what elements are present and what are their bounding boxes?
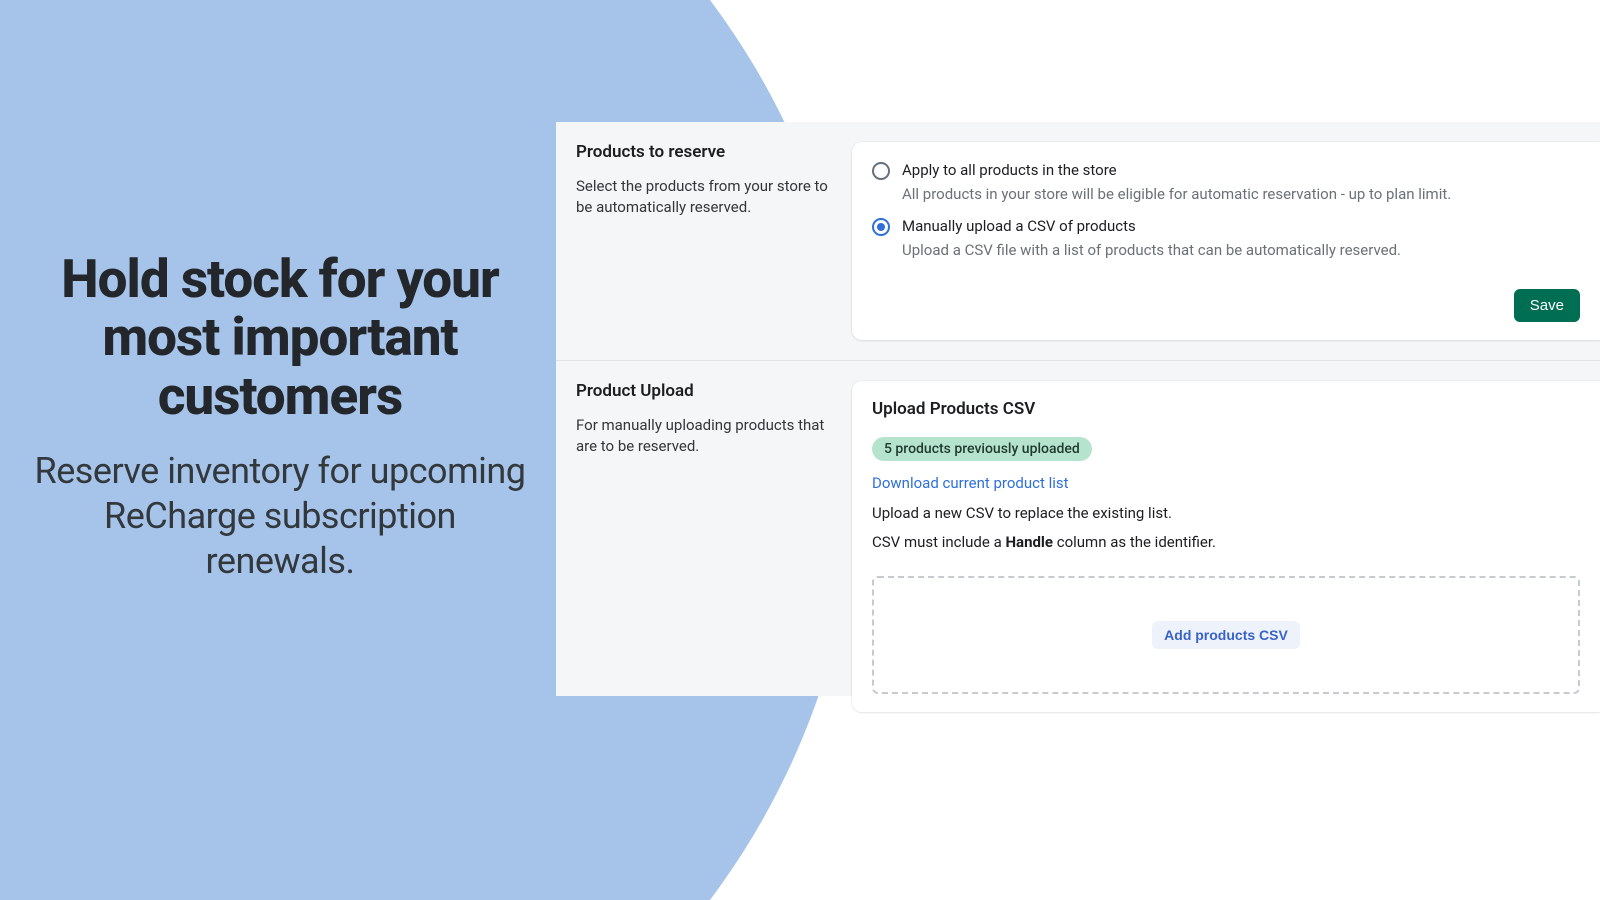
settings-panel: Products to reserve Select the products … — [556, 122, 1600, 696]
add-products-csv-button[interactable]: Add products CSV — [1152, 621, 1300, 649]
radio-icon-selected — [872, 218, 890, 236]
radio-apply-all[interactable]: Apply to all products in the store All p… — [872, 160, 1580, 206]
card-upload-csv: Upload Products CSV 5 products previousl… — [852, 381, 1600, 713]
section-desc-products-to-reserve: Select the products from your store to b… — [576, 176, 836, 218]
section-products-to-reserve: Products to reserve Select the products … — [556, 122, 1600, 340]
section-title-product-upload: Product Upload — [576, 381, 836, 401]
card-product-selection: Apply to all products in the store All p… — [852, 142, 1600, 340]
save-button[interactable]: Save — [1514, 289, 1580, 322]
hero-subtitle: Reserve inventory for upcoming ReCharge … — [30, 449, 530, 584]
radio-manual-csv-help: Upload a CSV file with a list of product… — [902, 239, 1580, 262]
csv-hint: CSV must include a Handle column as the … — [872, 531, 1580, 554]
csv-hint-prefix: CSV must include a — [872, 533, 1005, 551]
section-product-upload: Product Upload For manually uploading pr… — [556, 360, 1600, 713]
hero-title: Hold stock for your most important custo… — [30, 250, 530, 425]
replace-instruction: Upload a new CSV to replace the existing… — [872, 502, 1580, 525]
upload-card-title: Upload Products CSV — [872, 399, 1580, 419]
section-title-products-to-reserve: Products to reserve — [576, 142, 836, 162]
download-product-list-link[interactable]: Download current product list — [872, 474, 1069, 492]
radio-apply-all-label: Apply to all products in the store — [902, 160, 1580, 181]
section-desc-product-upload: For manually uploading products that are… — [576, 415, 836, 457]
radio-manual-csv-label: Manually upload a CSV of products — [902, 216, 1580, 237]
csv-hint-suffix: column as the identifier. — [1053, 533, 1216, 551]
radio-apply-all-help: All products in your store will be eligi… — [902, 183, 1580, 206]
radio-icon — [872, 162, 890, 180]
uploaded-count-badge: 5 products previously uploaded — [872, 437, 1092, 461]
csv-dropzone[interactable]: Add products CSV — [872, 576, 1580, 694]
hero-text-block: Hold stock for your most important custo… — [0, 250, 560, 584]
csv-hint-bold: Handle — [1005, 533, 1053, 551]
radio-manual-csv[interactable]: Manually upload a CSV of products Upload… — [872, 216, 1580, 262]
